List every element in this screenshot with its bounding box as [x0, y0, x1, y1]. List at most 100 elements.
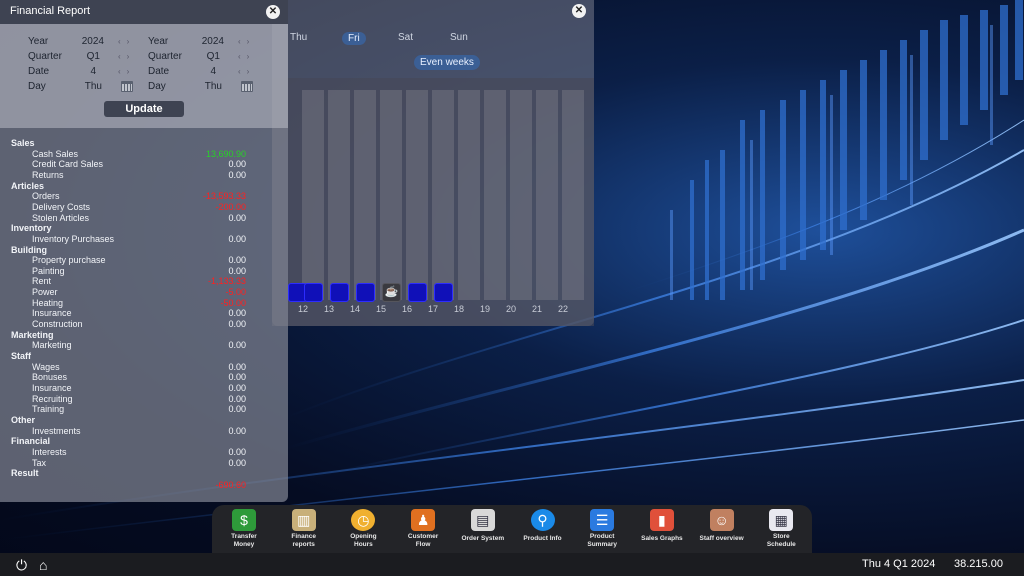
section-title: Financial [11, 436, 51, 447]
open-hour-slot[interactable] [434, 283, 453, 302]
row-label: Power [32, 287, 58, 298]
year-stepper-arrows[interactable]: ‹› [118, 37, 135, 46]
hour-column [302, 90, 324, 300]
row-value: 0.00 [228, 361, 246, 372]
row-value: -50.00 [220, 297, 246, 308]
date-value: 4 [90, 66, 96, 77]
row-label: Tax [32, 457, 47, 468]
hour-label: 14 [349, 304, 360, 314]
day-tab-sun[interactable]: Sun [450, 32, 468, 43]
close-icon[interactable]: ✕ [572, 4, 586, 18]
cash-balance: 38.215.00 [954, 558, 1003, 570]
open-hour-slot[interactable] [408, 283, 427, 302]
open-hour-slot[interactable] [330, 283, 349, 302]
section-title: Inventory [11, 223, 52, 234]
even-weeks-toggle[interactable]: Even weeks [414, 55, 480, 70]
report-row: Tax 0.00 [0, 458, 288, 469]
row-label: Cash Sales [32, 148, 79, 159]
hour-label: 12 [297, 304, 308, 314]
quarter-stepper-arrows[interactable]: ‹› [118, 52, 135, 61]
hour-column [458, 90, 480, 300]
row-value: 0.00 [228, 382, 246, 393]
coffee-break-icon[interactable]: ☕ [382, 283, 401, 302]
section-title: Building [11, 244, 47, 255]
dock-label: Order System [461, 535, 505, 542]
day-tab-fri[interactable]: Fri [342, 32, 366, 45]
customer-flow-icon: ♟ [411, 509, 436, 531]
dock-button-product-info[interactable]: ⚲ Product Info [513, 509, 573, 543]
day-tab-thu[interactable]: Thu [290, 32, 307, 43]
report-row: Recruiting 0.00 [0, 394, 288, 405]
row-value: 0.00 [228, 212, 246, 223]
hour-label: 20 [505, 304, 516, 314]
bottom-toolbar: $ Transfer Money ▥ Finance reports ◷ Opening Hou… [212, 505, 812, 553]
dock-button-customer-flow[interactable]: ♟ Customer Flow [393, 509, 453, 549]
dock-button-staff-overview[interactable]: ☺ Staff overview [692, 509, 752, 543]
home-icon[interactable]: ⌂ [39, 557, 47, 573]
row-value: -1,133.33 [207, 276, 246, 287]
year-value: 2024 [81, 36, 104, 47]
window-title-bar: Financial Report ✕ [0, 0, 288, 24]
dock-label: Finance [291, 533, 316, 540]
dock-label: Money [233, 541, 255, 548]
section-heading: Articles [0, 181, 288, 192]
quarter-label: Quarter [28, 51, 62, 62]
report-row: Investments 0.00 [0, 426, 288, 437]
hour-column [354, 90, 376, 300]
report-row: Orders -13,593.33 [0, 191, 288, 202]
dock-button-transfer-money[interactable]: $ Transfer Money [214, 509, 274, 549]
row-value: 0.00 [228, 457, 246, 468]
dock-label: reports [292, 541, 315, 548]
dock-label: Opening [350, 533, 377, 540]
row-label: Training [32, 404, 65, 415]
report-row: Insurance 0.00 [0, 308, 288, 319]
report-row: Stolen Articles 0.00 [0, 213, 288, 224]
quarter-stepper-arrows[interactable]: ‹› [238, 52, 255, 61]
report-row: Delivery Costs -200.00 [0, 202, 288, 213]
hour-label: 17 [427, 304, 438, 314]
dock-button-product-summary[interactable]: ☰ Product Summary [572, 509, 632, 549]
quarter-value: Q1 [206, 51, 220, 62]
date-stepper-arrows[interactable]: ‹› [118, 67, 135, 76]
year-value: 2024 [201, 36, 224, 47]
product-search-icon: ⚲ [530, 509, 555, 531]
section-heading: Marketing [0, 330, 288, 341]
row-label: Construction [32, 319, 83, 330]
dock-button-finance-reports[interactable]: ▥ Finance reports [274, 509, 334, 549]
section-title: Articles [11, 180, 45, 191]
dock-button-store-schedule[interactable]: ▦ Store Schedule [751, 509, 811, 549]
dock-label: Customer [407, 533, 439, 540]
row-label: Wages [32, 361, 60, 372]
year-stepper-arrows[interactable]: ‹› [238, 37, 255, 46]
hour-label: 15 [375, 304, 386, 314]
dock-button-order-system[interactable]: ▤ Order System [453, 509, 513, 543]
report-row: Bonuses 0.00 [0, 372, 288, 383]
calendar-icon[interactable] [241, 81, 253, 92]
row-value: -200.00 [215, 201, 246, 212]
bar-graph-icon: ▮ [649, 509, 674, 531]
dock-label: Product [589, 533, 615, 540]
dock-label: Transfer [231, 533, 257, 540]
hour-grid: ☕ 12 13 14 15 16 17 18 19 20 21 22 [272, 78, 594, 326]
hour-label: 18 [453, 304, 464, 314]
update-button[interactable]: Update [104, 101, 184, 117]
day-tab-sat[interactable]: Sat [398, 32, 413, 43]
open-hour-slot[interactable] [304, 283, 323, 302]
dock-button-sales-graphs[interactable]: ▮ Sales Graphs [632, 509, 692, 543]
dock-label: Sales Graphs [641, 535, 683, 542]
list-icon: ☰ [590, 509, 615, 531]
date-stepper-arrows[interactable]: ‹› [238, 67, 255, 76]
power-icon[interactable]: ⏻ [16, 557, 27, 574]
report-row: Interests 0.00 [0, 447, 288, 458]
row-label: Recruiting [32, 393, 73, 404]
close-icon[interactable]: ✕ [266, 5, 280, 19]
date-label: Date [28, 66, 50, 77]
financial-report-window: Financial Report ✕ Year 2024 ‹› Quarter … [0, 0, 288, 502]
row-value: 0.00 [228, 169, 246, 180]
calendar-icon[interactable] [121, 81, 133, 92]
dock-button-opening-hours[interactable]: ◷ Opening Hours [333, 509, 393, 549]
open-hour-slot[interactable] [356, 283, 375, 302]
dock-label: Flow [415, 541, 431, 548]
result-heading: Result [0, 468, 288, 479]
section-heading: Building [0, 245, 288, 256]
